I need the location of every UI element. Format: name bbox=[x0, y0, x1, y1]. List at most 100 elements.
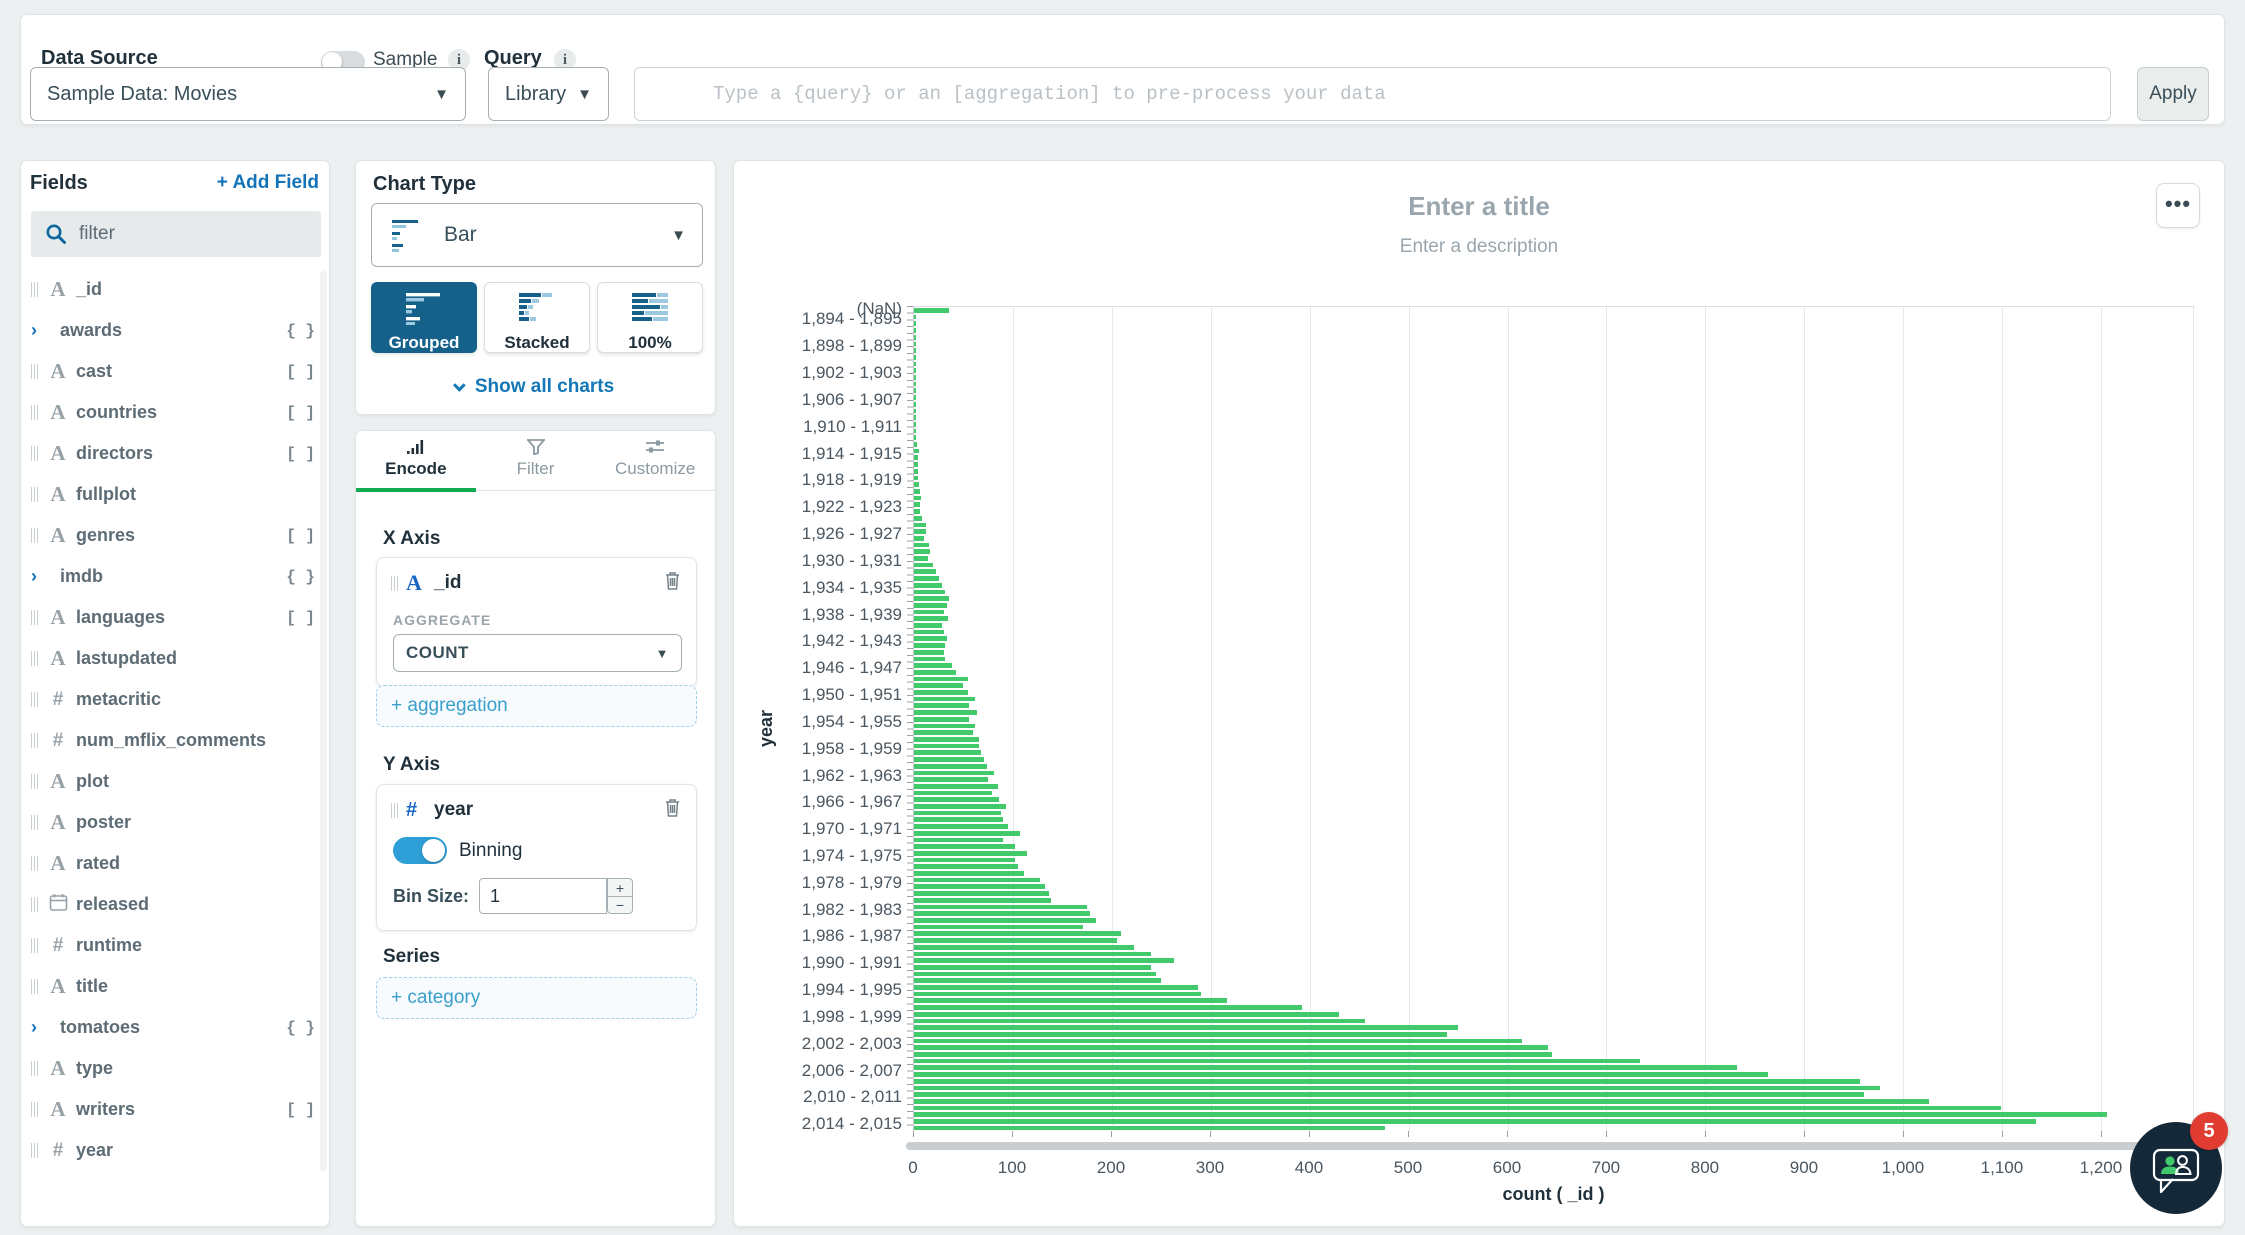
bar[interactable] bbox=[914, 1072, 1768, 1077]
field-item-directors[interactable]: Adirectors[ ] bbox=[21, 433, 329, 474]
bar[interactable] bbox=[914, 737, 979, 742]
bar[interactable] bbox=[914, 724, 975, 729]
bar[interactable] bbox=[914, 1092, 1864, 1097]
variant-tile-100[interactable]: 100% bbox=[597, 282, 703, 353]
bar[interactable] bbox=[914, 462, 918, 467]
bar[interactable] bbox=[914, 523, 926, 528]
field-item-type[interactable]: Atype bbox=[21, 1048, 329, 1089]
bar[interactable] bbox=[914, 583, 942, 588]
field-item-title[interactable]: Atitle bbox=[21, 966, 329, 1007]
query-mode-select[interactable]: Library ▼ bbox=[488, 67, 609, 121]
field-item-_id[interactable]: A_id bbox=[21, 269, 329, 310]
bar[interactable] bbox=[914, 368, 916, 373]
field-item-lastupdated[interactable]: Alastupdated bbox=[21, 638, 329, 679]
bar[interactable] bbox=[914, 435, 916, 440]
add-category-button[interactable]: + category bbox=[376, 977, 697, 1019]
bar[interactable] bbox=[914, 496, 921, 501]
bar[interactable] bbox=[914, 636, 947, 641]
drag-handle[interactable] bbox=[391, 803, 398, 818]
bar[interactable] bbox=[914, 771, 994, 776]
bar[interactable] bbox=[914, 677, 968, 682]
bar[interactable] bbox=[914, 603, 947, 608]
bar[interactable] bbox=[914, 844, 1015, 849]
bar[interactable] bbox=[914, 455, 918, 460]
field-item-awards[interactable]: ›awards{ } bbox=[21, 310, 329, 351]
bar[interactable] bbox=[914, 335, 916, 340]
bar[interactable] bbox=[914, 811, 1001, 816]
bar[interactable] bbox=[914, 1045, 1548, 1050]
field-item-runtime[interactable]: #runtime bbox=[21, 925, 329, 966]
bin-size-input[interactable] bbox=[479, 878, 607, 914]
field-item-genres[interactable]: Agenres[ ] bbox=[21, 515, 329, 556]
trash-icon[interactable] bbox=[663, 797, 682, 823]
bar[interactable] bbox=[914, 348, 916, 353]
bar-chart-plot-area[interactable] bbox=[913, 306, 2194, 1131]
field-item-plot[interactable]: Aplot bbox=[21, 761, 329, 802]
bar[interactable] bbox=[914, 402, 916, 407]
bar[interactable] bbox=[914, 623, 942, 628]
bar[interactable] bbox=[914, 992, 1201, 997]
bar[interactable] bbox=[914, 925, 1083, 930]
bar[interactable] bbox=[914, 1032, 1447, 1037]
bar[interactable] bbox=[914, 985, 1198, 990]
chevron-right-icon[interactable]: › bbox=[31, 566, 48, 587]
trash-icon[interactable] bbox=[663, 570, 682, 596]
bar[interactable] bbox=[914, 610, 944, 615]
stepper-decrement-button[interactable]: − bbox=[607, 896, 633, 914]
bar[interactable] bbox=[914, 449, 919, 454]
field-item-fullplot[interactable]: Afullplot bbox=[21, 474, 329, 515]
bar[interactable] bbox=[914, 884, 1045, 889]
bar[interactable] bbox=[914, 1126, 1385, 1131]
chart-description-placeholder[interactable]: Enter a description bbox=[734, 236, 2224, 258]
bar[interactable] bbox=[914, 1065, 1737, 1070]
bar[interactable] bbox=[914, 1025, 1458, 1030]
bar[interactable] bbox=[914, 945, 1134, 950]
field-item-cast[interactable]: Acast[ ] bbox=[21, 351, 329, 392]
bar[interactable] bbox=[914, 415, 916, 420]
bar[interactable] bbox=[914, 516, 922, 521]
field-item-poster[interactable]: Aposter bbox=[21, 802, 329, 843]
bar[interactable] bbox=[914, 703, 969, 708]
bar[interactable] bbox=[914, 657, 945, 662]
bar[interactable] bbox=[914, 804, 1006, 809]
bar[interactable] bbox=[914, 697, 975, 702]
bar[interactable] bbox=[914, 670, 956, 675]
bar[interactable] bbox=[914, 938, 1117, 943]
chat-widget-button[interactable]: 5 bbox=[2130, 1122, 2222, 1214]
stepper-increment-button[interactable]: + bbox=[607, 878, 633, 896]
variant-tile-grouped[interactable]: Grouped bbox=[371, 282, 477, 353]
bar[interactable] bbox=[914, 797, 999, 802]
bar[interactable] bbox=[914, 972, 1156, 977]
bar[interactable] bbox=[914, 1059, 1640, 1064]
bar[interactable] bbox=[914, 871, 1024, 876]
bar[interactable] bbox=[914, 750, 981, 755]
bar[interactable] bbox=[914, 643, 945, 648]
field-item-countries[interactable]: Acountries[ ] bbox=[21, 392, 329, 433]
bar[interactable] bbox=[914, 469, 918, 474]
bar[interactable] bbox=[914, 476, 918, 481]
bar[interactable] bbox=[914, 409, 916, 414]
bar[interactable] bbox=[914, 1112, 2107, 1117]
drag-handle[interactable] bbox=[391, 576, 398, 591]
bar[interactable] bbox=[914, 864, 1018, 869]
add-aggregation-button[interactable]: + aggregation bbox=[376, 685, 697, 727]
bar[interactable] bbox=[914, 630, 944, 635]
bar[interactable] bbox=[914, 998, 1227, 1003]
bar[interactable] bbox=[914, 388, 916, 393]
bar[interactable] bbox=[914, 321, 916, 326]
bar[interactable] bbox=[914, 482, 919, 487]
field-item-metacritic[interactable]: #metacritic bbox=[21, 679, 329, 720]
bar[interactable] bbox=[914, 556, 928, 561]
bar[interactable] bbox=[914, 375, 916, 380]
field-item-tomatoes[interactable]: ›tomatoes{ } bbox=[21, 1007, 329, 1048]
tab-customize[interactable]: Customize bbox=[595, 431, 715, 490]
bar[interactable] bbox=[914, 905, 1087, 910]
bar[interactable] bbox=[914, 978, 1161, 983]
field-item-num_mflix_comments[interactable]: #num_mflix_comments bbox=[21, 720, 329, 761]
bar[interactable] bbox=[914, 509, 920, 514]
show-all-charts-link[interactable]: Show all charts bbox=[356, 376, 715, 398]
bar[interactable] bbox=[914, 791, 992, 796]
chevron-right-icon[interactable]: › bbox=[31, 1017, 48, 1038]
bar[interactable] bbox=[914, 898, 1051, 903]
bar[interactable] bbox=[914, 1106, 2001, 1111]
